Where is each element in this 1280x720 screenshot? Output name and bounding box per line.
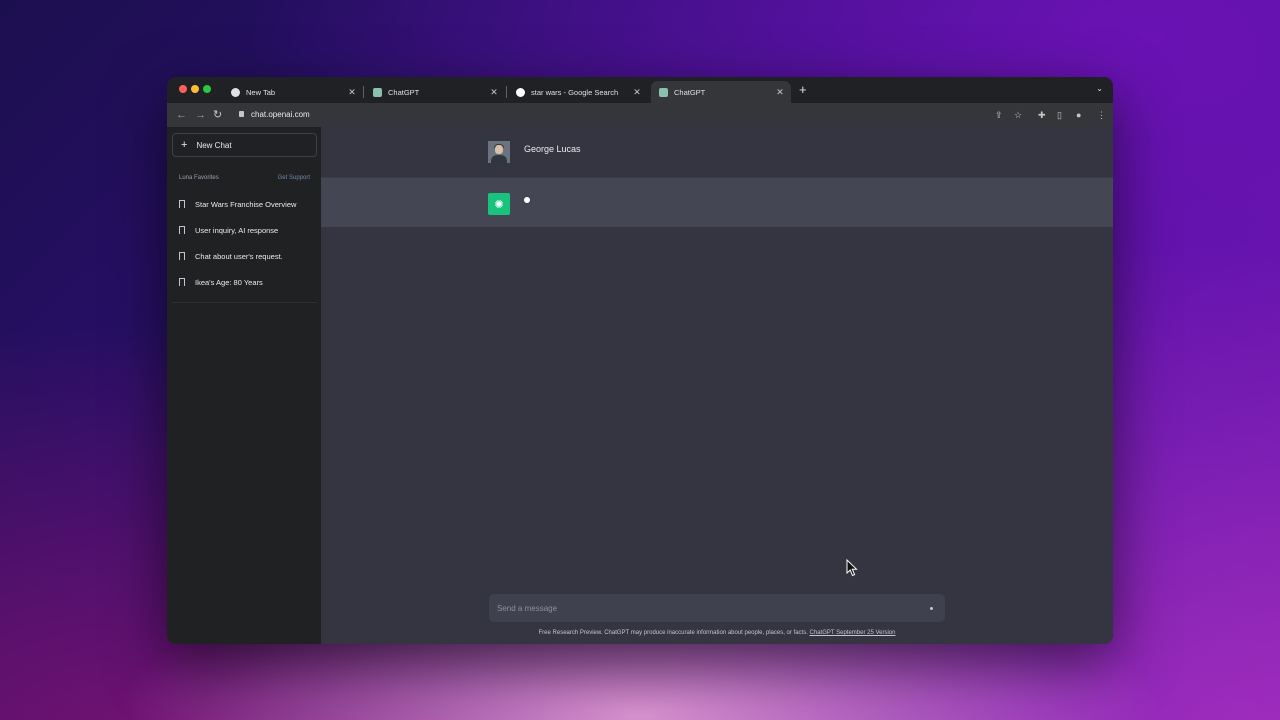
avatar: [488, 141, 510, 163]
chatgpt-icon: [373, 87, 382, 97]
tab-close-icon[interactable]: ✕: [775, 87, 785, 98]
browser-window: New Tab ✕ ChatGPT ✕ star wars - Google S…: [167, 77, 1113, 644]
sidebar-item-label: Chat about user's request.: [195, 251, 283, 261]
avatar-head: [495, 145, 503, 154]
chatgpt-logo-icon: ✺: [488, 193, 510, 215]
bookmark-icon: [179, 200, 185, 208]
sidebar-item-label: Star Wars Franchise Overview: [195, 199, 297, 209]
new-chat-button[interactable]: + New Chat: [172, 133, 317, 157]
avatar-body: [491, 155, 507, 163]
tab-new-tab[interactable]: New Tab ✕: [223, 81, 363, 103]
sidebar-item-user-inquiry[interactable]: User inquiry, AI response: [179, 223, 314, 237]
send-icon[interactable]: [930, 606, 933, 610]
window-zoom-button[interactable]: [203, 85, 211, 93]
address-bar-url[interactable]: chat.openai.com: [251, 110, 310, 119]
tab-chatgpt[interactable]: ChatGPT ✕: [365, 81, 505, 103]
message-input-box[interactable]: [489, 594, 945, 622]
window-close-button[interactable]: [179, 85, 187, 93]
side-panel-icon[interactable]: ▯: [1057, 109, 1062, 121]
address-toolbar: ← → ↻ chat.openai.com ⇪ ☆ ✚ ▯ ● ⋮: [167, 103, 1113, 127]
typing-indicator: [524, 197, 530, 203]
assistant-message-row: ✺: [321, 177, 1113, 227]
plus-icon: +: [181, 139, 188, 151]
share-icon[interactable]: ⇪: [995, 109, 1003, 121]
bookmark-icon: [179, 226, 185, 234]
tab-close-icon[interactable]: ✕: [489, 87, 499, 98]
version-link[interactable]: ChatGPT September 25 Version: [810, 630, 896, 636]
sidebar-item-ikea-age[interactable]: Ikea's Age: 80 Years: [179, 275, 314, 289]
browser-menu-icon[interactable]: ⋮: [1097, 109, 1106, 121]
user-message-row: George Lucas: [321, 127, 1113, 177]
favorites-section-label: Luna Favorites: [179, 175, 219, 181]
lock-icon[interactable]: [239, 111, 244, 117]
tab-title: ChatGPT: [388, 87, 420, 97]
reload-icon[interactable]: ↻: [213, 108, 222, 122]
tab-title: ChatGPT: [674, 87, 706, 97]
bookmark-icon: [179, 278, 185, 286]
chatgpt-icon: [659, 87, 668, 97]
window-minimize-button[interactable]: [191, 85, 199, 93]
sidebar-item-label: User inquiry, AI response: [195, 225, 279, 235]
sidebar-item-chat-request[interactable]: Chat about user's request.: [179, 249, 314, 263]
tab-separator: [363, 86, 364, 98]
sidebar-divider: [172, 302, 317, 303]
extensions-puzzle-icon[interactable]: ✚: [1038, 109, 1046, 121]
new-tab-button[interactable]: +: [799, 83, 807, 97]
favorites-header: Luna Favorites Get Support: [179, 175, 310, 181]
bookmark-icon: [179, 252, 185, 260]
sidebar-item-label: Ikea's Age: 80 Years: [195, 277, 263, 287]
user-message-text: George Lucas: [524, 144, 581, 154]
get-support-link[interactable]: Get Support: [278, 175, 310, 181]
sidebar: + New Chat Luna Favorites Get Support St…: [167, 127, 321, 644]
tab-close-icon[interactable]: ✕: [347, 87, 357, 98]
tab-separator: [506, 86, 507, 98]
mouse-cursor-icon: [846, 559, 858, 577]
disclaimer-text: Free Research Preview. ChatGPT may produ…: [538, 630, 808, 636]
profile-icon[interactable]: ●: [1076, 109, 1081, 121]
chrome-icon: [231, 87, 240, 97]
google-icon: [516, 87, 525, 97]
bookmark-star-icon[interactable]: ☆: [1014, 109, 1022, 121]
forward-arrow-icon[interactable]: →: [195, 108, 206, 122]
tab-chatgpt-active[interactable]: ChatGPT ✕: [651, 81, 791, 103]
sidebar-item-star-wars[interactable]: Star Wars Franchise Overview: [179, 197, 314, 211]
message-input[interactable]: [497, 603, 930, 613]
tab-close-icon[interactable]: ✕: [632, 87, 642, 98]
chatgpt-page: + New Chat Luna Favorites Get Support St…: [167, 127, 1113, 644]
new-chat-label: New Chat: [196, 140, 232, 150]
tab-title: New Tab: [246, 87, 276, 97]
back-arrow-icon[interactable]: ←: [176, 108, 187, 122]
disclaimer-footer: Free Research Preview. ChatGPT may produ…: [321, 630, 1113, 636]
tab-search-chevron-icon[interactable]: ⌄: [1096, 84, 1103, 93]
tab-strip: New Tab ✕ ChatGPT ✕ star wars - Google S…: [167, 77, 1113, 103]
tab-title: star wars - Google Search: [531, 87, 619, 97]
tab-google-search[interactable]: star wars - Google Search ✕: [508, 81, 648, 103]
